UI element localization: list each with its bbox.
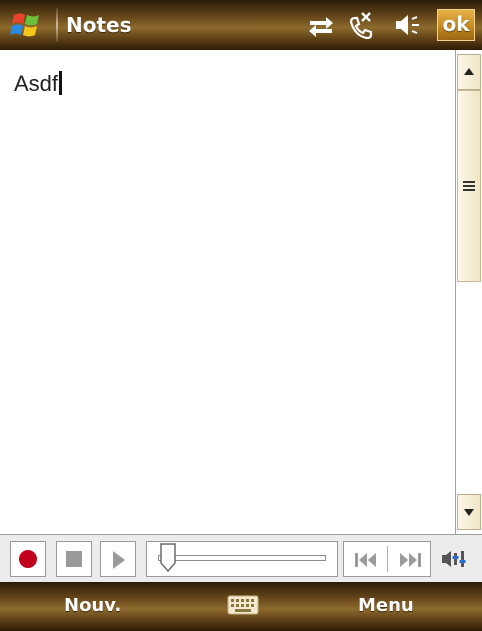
text-caret xyxy=(59,71,63,95)
connectivity-icon[interactable] xyxy=(306,10,336,40)
scroll-up-button[interactable] xyxy=(457,54,481,90)
next-icon[interactable] xyxy=(396,550,424,570)
keyboard-icon[interactable] xyxy=(227,593,259,617)
notes-screen: Notes ok Asdf Nouv. Menu xyxy=(0,0,482,631)
stop-button[interactable] xyxy=(56,541,92,577)
note-editor[interactable] xyxy=(0,50,455,534)
softkey-new[interactable]: Nouv. xyxy=(64,594,121,618)
record-icon xyxy=(19,550,37,568)
scroll-up-icon xyxy=(464,68,474,75)
title-bar: Notes ok xyxy=(0,0,482,50)
scroll-down-icon xyxy=(464,509,474,516)
volume-icon[interactable] xyxy=(393,10,423,40)
missed-call-icon[interactable] xyxy=(347,10,377,40)
note-text[interactable]: Asdf xyxy=(14,70,63,98)
note-content: Asdf xyxy=(14,71,59,96)
softkey-bar: Nouv. Menu xyxy=(0,582,482,631)
scroll-grip-icon xyxy=(463,181,475,183)
stop-icon xyxy=(66,551,82,567)
scroll-thumb[interactable] xyxy=(457,90,481,282)
ok-button[interactable]: ok xyxy=(437,9,475,41)
recording-toolbar xyxy=(0,534,482,582)
previous-icon[interactable] xyxy=(352,550,380,570)
skip-separator xyxy=(387,546,388,572)
start-icon[interactable] xyxy=(8,9,44,41)
slider-knob[interactable] xyxy=(160,543,176,573)
record-button[interactable] xyxy=(10,541,46,577)
play-icon xyxy=(113,551,125,569)
play-button[interactable] xyxy=(100,541,136,577)
scroll-grip-icon xyxy=(463,185,475,187)
skip-controls xyxy=(343,541,431,577)
volume-settings-icon[interactable] xyxy=(440,547,470,571)
app-title: Notes xyxy=(66,13,132,37)
scroll-grip-icon xyxy=(463,189,475,191)
vertical-scrollbar[interactable] xyxy=(455,50,482,534)
scroll-down-button[interactable] xyxy=(457,494,481,530)
position-slider[interactable] xyxy=(158,555,326,561)
softkey-menu[interactable]: Menu xyxy=(358,594,414,618)
title-separator xyxy=(56,8,58,42)
